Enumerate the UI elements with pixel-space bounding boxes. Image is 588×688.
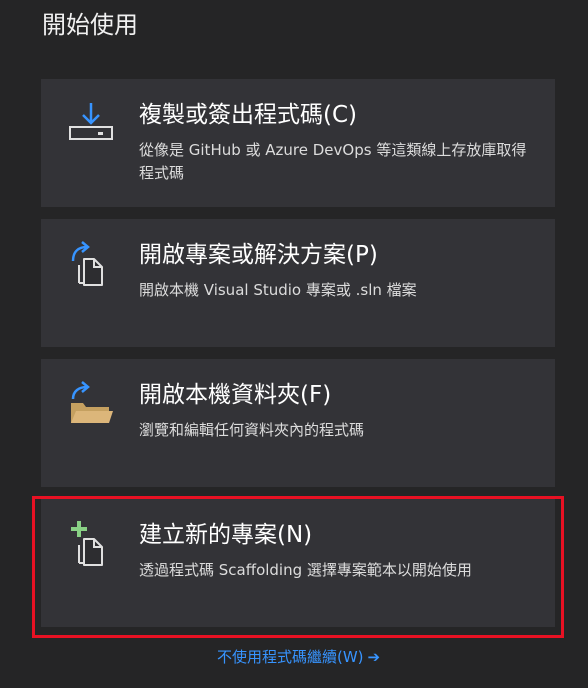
card-title: 開啟本機資料夾(F) bbox=[139, 382, 332, 408]
card-description: 瀏覽和編輯任何資料夾內的程式碼 bbox=[139, 421, 365, 439]
card-title: 開啟專案或解決方案(P) bbox=[139, 242, 378, 268]
open-project-icon bbox=[67, 239, 115, 287]
card-title: 複製或簽出程式碼(C) bbox=[139, 102, 358, 128]
page-title: 開始使用 bbox=[42, 11, 138, 39]
continue-without-code-link[interactable]: 不使用程式碼繼續(W) ➔ bbox=[217, 646, 380, 668]
continue-label: 不使用程式碼繼續(W) bbox=[217, 648, 364, 666]
card-description: 開啟本機 Visual Studio 專案或 .sln 檔案 bbox=[139, 281, 417, 299]
card-description: 從像是 GitHub 或 Azure DevOps 等這類線上存放庫取得程式碼 bbox=[139, 141, 527, 182]
card-title: 建立新的專案(N) bbox=[139, 522, 313, 548]
clone-repository-card[interactable]: 複製或簽出程式碼(C) 從像是 GitHub 或 Azure DevOps 等這… bbox=[41, 79, 555, 207]
download-icon bbox=[67, 99, 115, 147]
new-project-icon bbox=[67, 519, 115, 567]
open-folder-icon bbox=[67, 379, 115, 427]
create-new-project-card[interactable]: 建立新的專案(N) 透過程式碼 Scaffolding 選擇專案範本以開始使用 bbox=[41, 499, 555, 627]
open-project-card[interactable]: 開啟專案或解決方案(P) 開啟本機 Visual Studio 專案或 .sln… bbox=[41, 219, 555, 347]
arrow-right-icon: ➔ bbox=[367, 648, 381, 666]
card-description: 透過程式碼 Scaffolding 選擇專案範本以開始使用 bbox=[139, 561, 472, 579]
open-folder-card[interactable]: 開啟本機資料夾(F) 瀏覽和編輯任何資料夾內的程式碼 bbox=[41, 359, 555, 487]
